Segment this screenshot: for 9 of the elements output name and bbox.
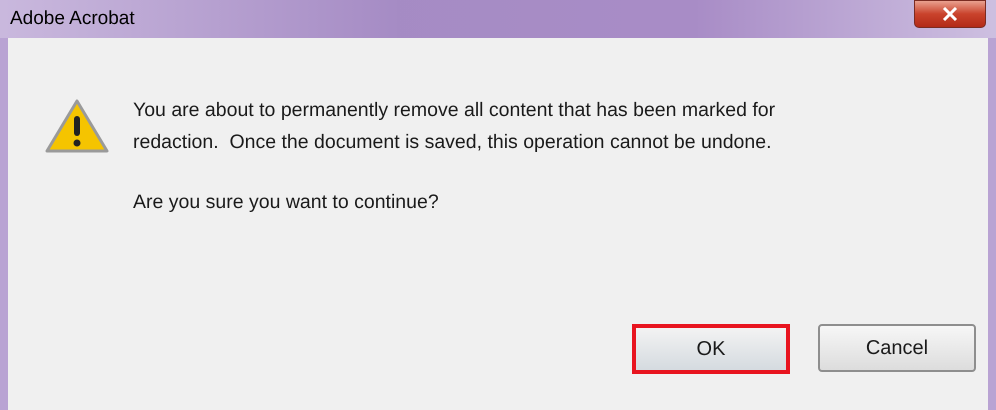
dialog-button[interactable]: Cancel	[818, 324, 976, 372]
window-title: Adobe Acrobat	[10, 6, 135, 31]
question-text: Are you sure you want to continue?	[133, 190, 440, 215]
message-text: You are about to permanently remove all content that has been marked for	[133, 98, 776, 123]
close-icon	[942, 7, 958, 21]
warning-icon	[44, 98, 110, 154]
close-button[interactable]	[914, 0, 986, 28]
message-text: redaction. Once the document is saved, this operation cannot be undone.	[133, 130, 773, 155]
dialog-button[interactable]: OK	[632, 324, 790, 374]
